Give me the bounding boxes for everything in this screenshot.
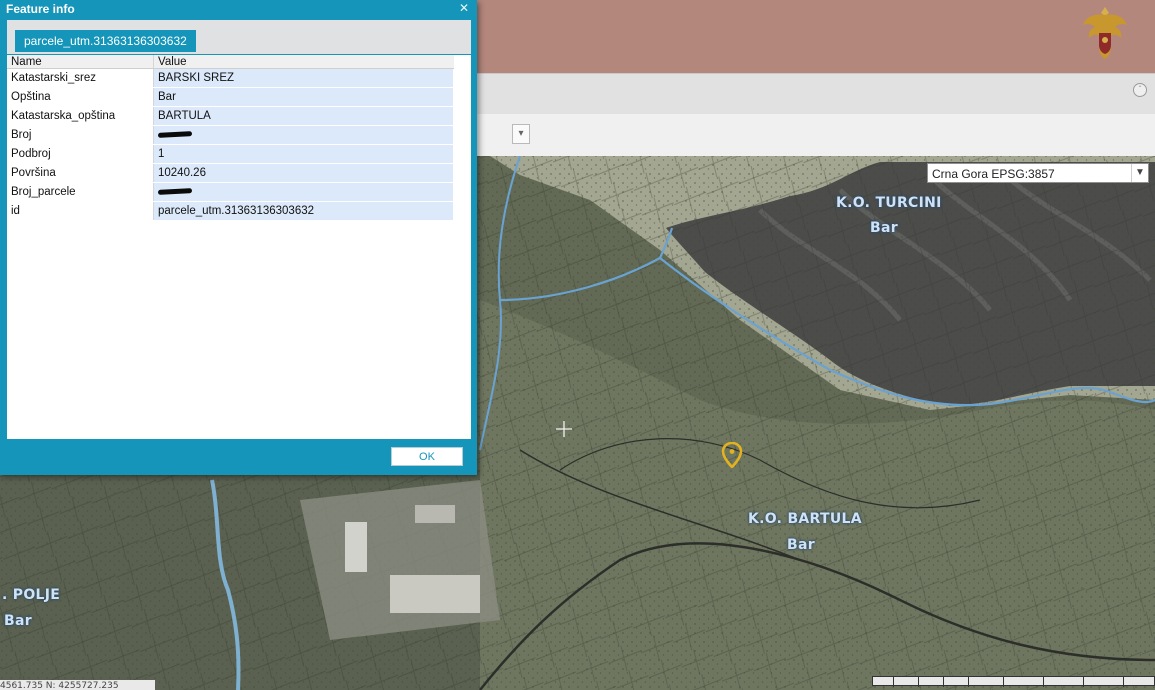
table-row[interactable]: Broj (7, 125, 454, 145)
feature-info-dialog: Feature info ✕ parcele_utm.3136313630363… (0, 0, 477, 475)
redaction-mark (157, 188, 193, 196)
collapse-panel-icon[interactable]: ˆ (1133, 83, 1147, 97)
redaction-mark (157, 131, 193, 139)
table-header-row: Name Value (7, 55, 454, 69)
ok-button[interactable]: OK (391, 447, 463, 466)
property-value: Bar (153, 87, 454, 107)
table-row[interactable]: Opština Bar (7, 87, 454, 107)
map-label-polje: . POLJE (2, 587, 61, 603)
property-value-redacted (153, 182, 454, 202)
property-name: Broj_parcele (7, 182, 154, 202)
table-row[interactable]: Broj_parcele (7, 182, 454, 202)
table-row[interactable]: Površina 10240.26 (7, 163, 454, 183)
table-row[interactable]: Podbroj 1 (7, 144, 454, 164)
crs-select[interactable]: Crna Gora EPSG:3857 ▼ (927, 163, 1149, 183)
property-name: Opština (7, 87, 154, 107)
map-label-bartula: K.O. BARTULA (748, 511, 862, 527)
column-header-value[interactable]: Value (153, 55, 454, 69)
map-pin-icon[interactable] (721, 441, 743, 469)
map-label-turcini: K.O. TURCINI (836, 195, 942, 211)
map-label-polje-municipality: Bar (4, 613, 32, 629)
property-value: BARSKI SREZ (153, 68, 454, 88)
tab-bar: parcele_utm.31363136303632 (7, 20, 471, 55)
properties-table: Name Value Katastarski_srez BARSKI SREZ … (7, 55, 454, 221)
property-value: parcele_utm.31363136303632 (153, 201, 454, 221)
dialog-footer: OK (0, 439, 477, 475)
map-label-turcini-municipality: Bar (870, 220, 898, 236)
coat-of-arms-icon (1080, 3, 1130, 61)
property-value: BARTULA (153, 106, 454, 126)
column-header-name[interactable]: Name (7, 55, 154, 69)
filter-dropdown-button[interactable]: ▾ (512, 124, 530, 144)
property-name: Podbroj (7, 144, 154, 164)
chevron-down-icon[interactable]: ▼ (1131, 164, 1148, 182)
property-name: Površina (7, 163, 154, 183)
tab-feature[interactable]: parcele_utm.31363136303632 (15, 30, 196, 52)
table-row[interactable]: Katastarska_opština BARTULA (7, 106, 454, 126)
dialog-body: parcele_utm.31363136303632 Name Value Ka… (7, 20, 471, 439)
coordinate-readout: 4561.735 N: 4255727.235 (0, 680, 155, 690)
close-icon[interactable]: ✕ (457, 1, 471, 15)
property-value: 10240.26 (153, 163, 454, 183)
crosshair-icon (556, 421, 572, 437)
table-row[interactable]: Katastarski_srez BARSKI SREZ (7, 68, 454, 88)
property-name: Katastarska_opština (7, 106, 154, 126)
dialog-title: Feature info (6, 2, 75, 16)
map-label-bartula-municipality: Bar (787, 537, 815, 553)
property-name: Broj (7, 125, 154, 145)
scale-bar (872, 676, 1155, 687)
crs-select-value: Crna Gora EPSG:3857 (932, 167, 1055, 181)
table-row[interactable]: id parcele_utm.31363136303632 (7, 201, 454, 221)
property-name: Katastarski_srez (7, 68, 154, 88)
property-value-redacted (153, 125, 454, 145)
property-value: 1 (153, 144, 454, 164)
property-name: id (7, 201, 154, 221)
